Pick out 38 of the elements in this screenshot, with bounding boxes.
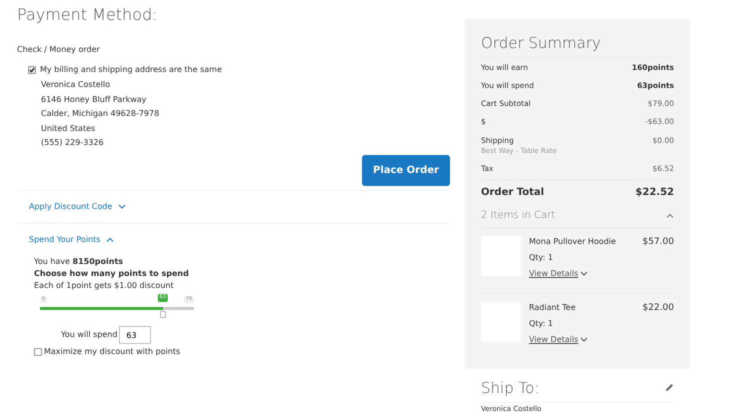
section-title: Ship To: [481,378,540,398]
chevron-icon [106,237,114,242]
chevron-icon [118,204,126,210]
address-line: Veronica Costello [41,79,111,92]
quantity-text: Qty: 1 [529,252,554,264]
accordion-toggle[interactable]: Spend Your Points [17,224,114,256]
points-balance: You have 8150points [34,256,124,268]
address-line: (555) 229-3326 [41,137,105,150]
checkbox-label: Maximize my discount with points [44,346,180,358]
cart-title: 2 Items in Cart [481,208,556,222]
payment-method-label: Check / Money order [17,44,101,56]
product-name: Radiant Tee [529,302,577,314]
rate-text: Each of 1point gets $1.00 discount [34,280,175,292]
total-value: $22.52 [635,186,674,200]
pencil-icon[interactable] [665,383,674,392]
instruction-text: Choose how many points to spend [34,268,190,280]
address-line: United States [41,122,96,135]
address-line: 6146 Honey Bluff Parkway [41,94,148,106]
details-link[interactable]: View Details [529,334,588,346]
address-line: Calder, Michigan 49628-7978 [41,108,160,120]
points-input[interactable]: 63 [119,326,152,344]
total-label: Order Total [481,186,544,200]
product-price: $22.00 [642,302,674,314]
accordion-toggle[interactable]: Apply Discount Code [17,190,126,223]
checkbox-label: My billing and shipping address are the same [40,64,222,76]
chevron-icon [580,337,588,342]
slider-handle[interactable] [160,311,166,318]
details-link[interactable]: View Details [529,268,588,280]
spend-label: You will spend [61,329,118,342]
product-name: Mona Pullover Hoodie [529,236,617,248]
place-order-button[interactable]: Place Order [362,154,450,186]
chevron-icon [580,271,588,276]
checkbox[interactable] [34,348,42,356]
product-price: $57.00 [642,236,674,248]
summary-title: Order Summary [481,33,602,54]
section-title: Payment Method: [17,5,159,24]
checkbox[interactable] [28,66,36,74]
quantity-text: Qty: 1 [529,318,554,330]
